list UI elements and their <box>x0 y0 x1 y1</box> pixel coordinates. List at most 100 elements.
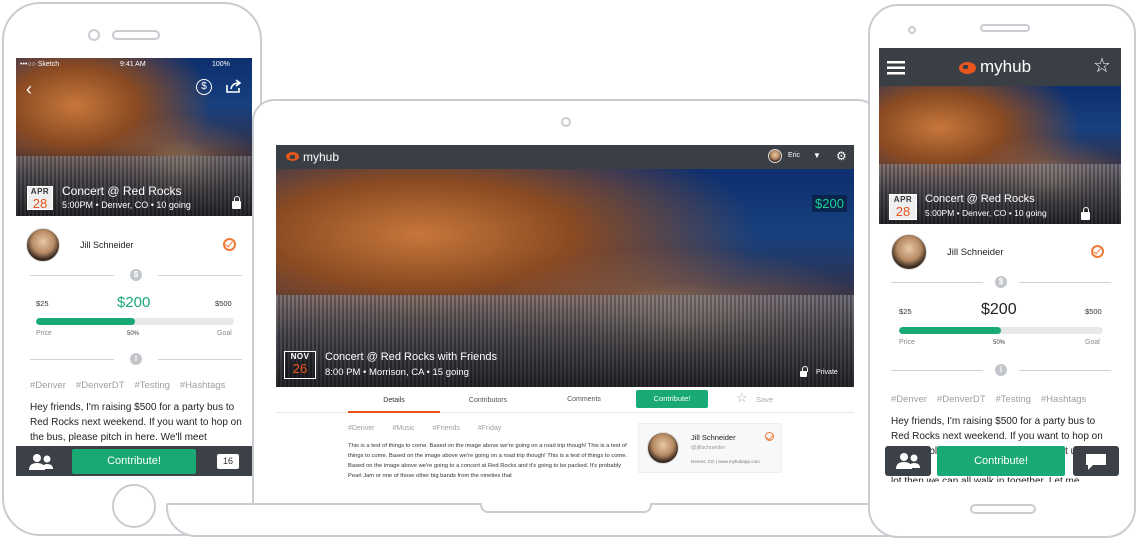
hashtag[interactable]: #Denver <box>891 394 927 405</box>
event-month: APR <box>30 187 50 196</box>
divider <box>891 370 983 371</box>
speaker-slot <box>112 30 160 40</box>
hashtag[interactable]: #Friends <box>433 425 460 432</box>
camera-dot <box>88 29 100 41</box>
divider <box>1019 370 1111 371</box>
gear-icon[interactable]: ⚙ <box>836 149 847 163</box>
iphone-screen: •••○○ Sketch 9:41 AM 100% ‹ $ APR 28 Con… <box>16 58 252 476</box>
progress-fill <box>36 318 135 325</box>
hashtag[interactable]: #DenverDT <box>937 394 986 405</box>
divider <box>1019 282 1111 283</box>
host-name: Jill Schneider <box>691 433 736 442</box>
camera-dot <box>908 26 916 34</box>
lock-icon <box>232 196 241 209</box>
chevron-down-icon[interactable]: ▼ <box>813 151 821 160</box>
people-button[interactable] <box>885 446 931 476</box>
tab-contributors[interactable]: Contributors <box>442 397 534 404</box>
comment-button[interactable] <box>1073 446 1119 476</box>
event-day: 26 <box>292 361 308 376</box>
funding-progress-bar <box>36 318 234 325</box>
android-screen: myhub ☆ APR 28 Concert @ Red Rocks 5:00P… <box>879 48 1121 482</box>
host-handle: @jillschneider <box>691 445 726 451</box>
hashtag[interactable]: #Hashtags <box>180 380 225 391</box>
app-header: myhub Eric ▼ ⚙ <box>276 145 854 169</box>
myhub-logo-icon <box>286 152 299 161</box>
dollar-circle-icon[interactable]: $ <box>196 79 212 95</box>
event-meta: 5:00PM • Denver, CO • 10 going <box>62 200 191 210</box>
percent-label: 50% <box>993 340 1006 346</box>
price-label: Price <box>899 339 915 346</box>
action-bar: Contribute! 16 <box>16 446 252 476</box>
divider <box>158 359 242 360</box>
brand-name: myhub <box>980 57 1032 76</box>
divider <box>30 359 114 360</box>
event-location: Denver, CO <box>101 200 149 210</box>
funding-goal: $500 <box>1085 307 1102 316</box>
hashtag[interactable]: #Testing <box>996 394 1031 405</box>
funding-raised: $200 <box>117 294 151 311</box>
hashtag[interactable]: #Hashtags <box>1041 394 1086 405</box>
event-day: 28 <box>32 196 48 211</box>
back-arrow-icon[interactable]: ‹ <box>26 80 32 98</box>
hashtag[interactable]: #Denver <box>30 380 66 391</box>
tab-comments[interactable]: Comments <box>538 396 630 403</box>
funding-min: $25 <box>36 299 49 308</box>
user-avatar[interactable] <box>768 149 782 163</box>
hashtag[interactable]: #Testing <box>135 380 170 391</box>
lock-icon <box>1081 207 1090 220</box>
event-month: NOV <box>290 352 310 361</box>
hashtag-list: #Denver #DenverDT #Testing #Hashtags <box>891 394 1096 405</box>
event-title: Concert @ Red Rocks <box>925 193 1035 205</box>
chat-bubble-icon <box>1086 454 1106 470</box>
contribute-button[interactable]: Contribute! <box>636 390 708 408</box>
event-location: Morrison, CA <box>369 367 424 378</box>
event-meta: 8:00 PM • Morrison, CA • 15 going <box>325 367 469 378</box>
hashtag-list: #Denver #Music #Friends #Friday <box>348 425 511 432</box>
home-button[interactable] <box>112 484 156 528</box>
dollar-icon: $ <box>995 276 1007 288</box>
hashtag[interactable]: #Friday <box>478 425 501 432</box>
star-icon[interactable]: ☆ <box>736 391 748 405</box>
avatar[interactable] <box>891 234 927 270</box>
event-date-badge: NOV 26 <box>284 351 316 379</box>
iphone-frame: •••○○ Sketch 9:41 AM 100% ‹ $ APR 28 Con… <box>2 2 262 536</box>
hashtag-list: #Denver #DenverDT #Testing #Hashtags <box>30 380 235 391</box>
app-header: myhub ☆ <box>879 48 1121 86</box>
funding-progress-bar <box>899 327 1103 334</box>
info-icon: i <box>130 353 142 365</box>
hashtag[interactable]: #Denver <box>348 425 374 432</box>
status-battery: 100% <box>212 61 230 68</box>
host-name: Jill Schneider <box>80 240 134 250</box>
tab-bar: Details Contributors Comments Contribute… <box>276 387 854 413</box>
goal-label: Goal <box>217 330 232 337</box>
hamburger-menu-icon[interactable] <box>887 61 905 75</box>
status-carrier: •••○○ Sketch <box>20 61 60 68</box>
active-tab-indicator <box>348 411 440 413</box>
contribute-button[interactable]: Contribute! <box>937 446 1065 476</box>
event-time: 5:00PM <box>925 208 955 218</box>
avatar[interactable] <box>26 228 60 262</box>
contribute-button[interactable]: Contribute! <box>72 449 196 474</box>
comment-count-badge[interactable]: 16 <box>217 454 239 469</box>
laptop-screen: myhub Eric ▼ ⚙ $200 NOV 26 Concert @ Red… <box>276 145 854 483</box>
hashtag[interactable]: #Music <box>392 425 414 432</box>
funding-goal: $500 <box>215 299 232 308</box>
verified-badge-icon <box>1091 245 1104 258</box>
star-icon[interactable]: ☆ <box>1093 55 1111 77</box>
user-name[interactable]: Eric <box>788 152 800 159</box>
people-icon[interactable] <box>28 453 54 471</box>
camera-dot <box>561 117 571 127</box>
tab-details[interactable]: Details <box>348 397 440 404</box>
price-badge: $200 <box>812 195 847 212</box>
host-name: Jill Schneider <box>947 247 1004 258</box>
hashtag[interactable]: #DenverDT <box>76 380 125 391</box>
share-icon[interactable] <box>226 79 242 93</box>
save-button[interactable]: Save <box>756 395 773 404</box>
event-month: APR <box>893 195 913 204</box>
host-meta: Denver, CO | www.myhubapp.com <box>691 459 760 464</box>
funding-min: $25 <box>899 307 912 316</box>
verified-badge-icon <box>223 238 236 251</box>
host-avatar[interactable] <box>647 432 679 464</box>
verified-badge-icon <box>765 432 774 441</box>
brand-name[interactable]: myhub <box>303 150 339 164</box>
